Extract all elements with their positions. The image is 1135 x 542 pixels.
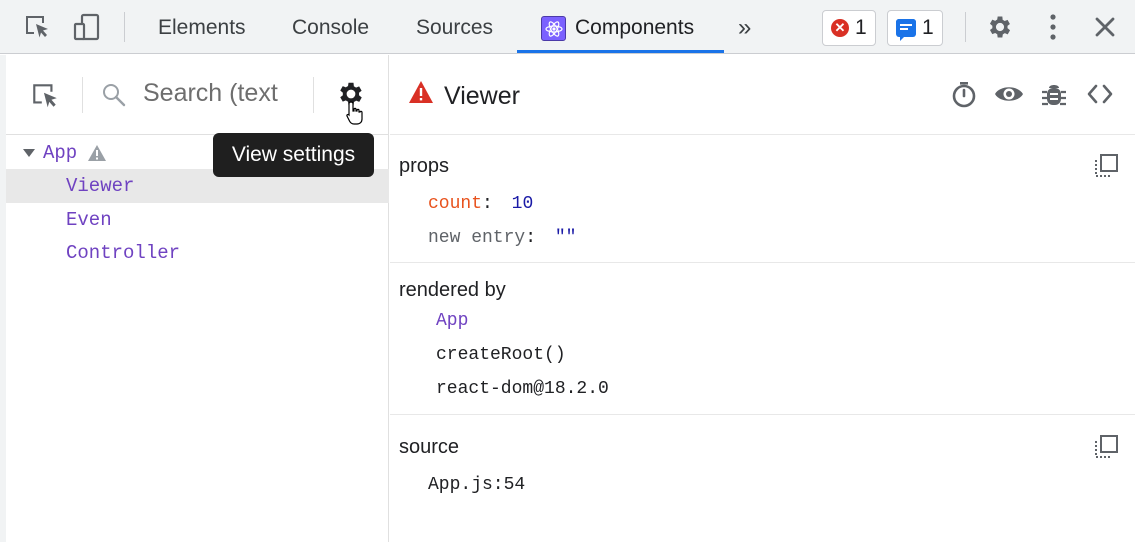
toolbar-divider xyxy=(965,12,966,42)
tab-components[interactable]: Components xyxy=(575,0,694,54)
prop-row-new-entry[interactable]: new entry: "" xyxy=(428,228,576,248)
panel-edge xyxy=(0,55,6,542)
tab-console[interactable]: Console xyxy=(292,0,369,54)
rendered-by-section-label: rendered by xyxy=(399,279,506,301)
warning-icon xyxy=(88,145,106,161)
props-section-label: props xyxy=(399,155,450,177)
search-input[interactable]: Search (text xyxy=(143,79,278,108)
messages-counter-button[interactable]: 1 xyxy=(887,10,943,46)
source-location-link[interactable]: App.js:54 xyxy=(428,475,525,495)
device-toggle-icon[interactable] xyxy=(72,12,102,42)
expand-arrow-icon[interactable] xyxy=(22,148,36,158)
prop-value[interactable]: 10 xyxy=(512,194,534,214)
stopwatch-icon[interactable] xyxy=(951,81,977,109)
hand-cursor-icon xyxy=(345,100,365,131)
tree-item-even[interactable]: Even xyxy=(66,209,112,231)
tab-elements[interactable]: Elements xyxy=(158,0,246,54)
prop-value: "" xyxy=(554,228,577,248)
header-divider xyxy=(82,77,83,113)
errors-counter-button[interactable]: ✕ 1 xyxy=(822,10,876,46)
tree-row-app[interactable]: App xyxy=(20,140,140,166)
copy-icon[interactable] xyxy=(1093,434,1119,460)
prop-key: new entry xyxy=(428,228,526,248)
close-icon[interactable] xyxy=(1090,12,1120,42)
view-source-code-icon[interactable] xyxy=(1087,84,1113,104)
copy-icon[interactable] xyxy=(1093,153,1119,179)
tree-item-label: App xyxy=(43,142,78,164)
settings-gear-icon[interactable] xyxy=(985,12,1015,42)
prop-key: count xyxy=(428,194,483,214)
inspect-element-icon[interactable] xyxy=(22,12,52,42)
section-divider xyxy=(390,414,1135,415)
active-tab-indicator xyxy=(517,50,724,53)
section-divider xyxy=(390,262,1135,263)
more-tabs-button[interactable]: » xyxy=(738,0,751,54)
tree-item-viewer[interactable]: Viewer xyxy=(66,175,134,197)
toolbar-divider xyxy=(124,12,125,42)
component-tree-header: Search (text xyxy=(0,55,389,135)
messages-count: 1 xyxy=(922,16,934,39)
message-icon xyxy=(896,19,916,41)
errors-count: 1 xyxy=(855,16,867,39)
section-divider xyxy=(390,134,1135,135)
kebab-menu-icon[interactable] xyxy=(1038,12,1068,42)
rendered-by-item: createRoot() xyxy=(436,345,566,365)
bug-icon[interactable] xyxy=(1041,80,1067,108)
source-section-label: source xyxy=(399,436,460,458)
prop-row-count[interactable]: count: 10 xyxy=(428,194,533,214)
error-icon: ✕ xyxy=(831,19,849,37)
tree-item-controller[interactable]: Controller xyxy=(66,242,180,264)
eye-icon[interactable] xyxy=(994,83,1024,105)
devtools-toolbar: Elements Console Sources Components » ✕ … xyxy=(0,0,1135,54)
view-settings-tooltip: View settings xyxy=(213,133,374,177)
inspected-component-title: Viewer xyxy=(444,82,520,110)
rendered-by-item: react-dom@18.2.0 xyxy=(436,379,609,399)
header-divider xyxy=(313,77,314,113)
search-icon xyxy=(101,82,127,113)
component-tree-panel: Search (text xyxy=(0,55,389,542)
select-element-icon[interactable] xyxy=(30,81,60,116)
warning-icon xyxy=(409,81,433,103)
react-icon xyxy=(541,16,566,41)
rendered-by-owner-link[interactable]: App xyxy=(436,311,468,331)
tab-sources[interactable]: Sources xyxy=(416,0,493,54)
